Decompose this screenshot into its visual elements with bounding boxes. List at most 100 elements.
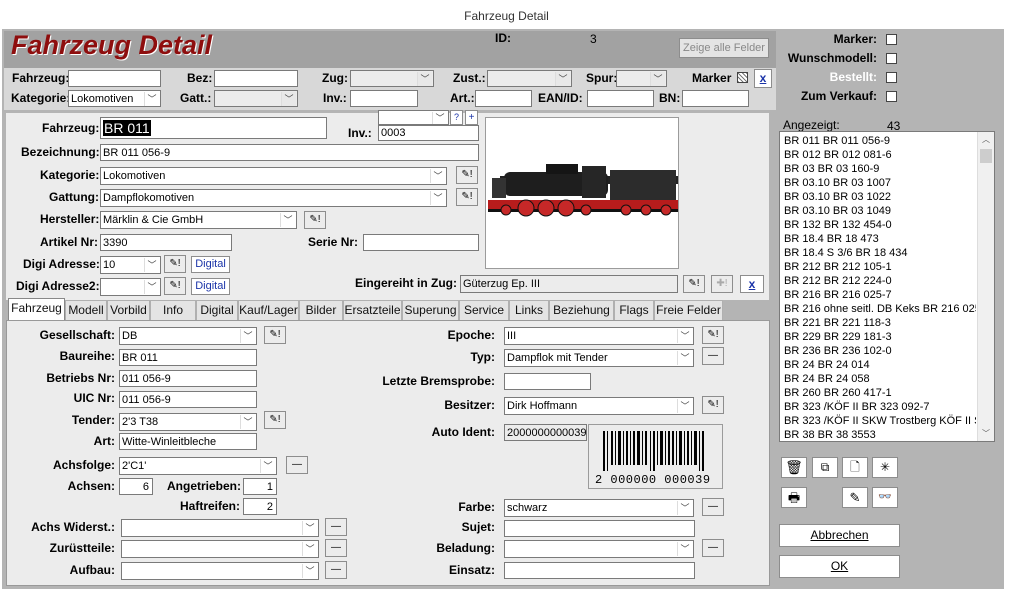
inv-prefix-select[interactable]: ﹀: [378, 110, 449, 125]
achsfolge-options-button[interactable]: —: [286, 456, 308, 474]
gesellschaft-select[interactable]: DB ﹀: [119, 327, 257, 345]
list-item[interactable]: BR 03.10 BR 03 1049: [780, 204, 976, 218]
edit-gesellschaft-button[interactable]: ✎!: [264, 326, 286, 344]
list-item[interactable]: BR 236 BR 236 102-0: [780, 344, 976, 358]
cancel-button[interactable]: Abbrechen: [779, 524, 900, 547]
scroll-down-icon[interactable]: ﹀: [978, 428, 994, 439]
edit-button[interactable]: ✎: [842, 487, 868, 508]
aufbau-select[interactable]: ﹀: [121, 562, 319, 580]
besitzer-select[interactable]: Dirk Hoffmann ﹀: [504, 397, 694, 415]
einsatz-input[interactable]: [504, 562, 695, 579]
delete-button[interactable]: 🗑: [781, 457, 807, 478]
wunschmodell-checkbox[interactable]: [886, 53, 897, 64]
achs-widerst-options-button[interactable]: —: [325, 518, 347, 536]
angetrieben-input[interactable]: 1: [243, 478, 277, 495]
epoche-select[interactable]: III ﹀: [504, 327, 694, 345]
tab-ersatzteile[interactable]: Ersatzteile: [343, 300, 402, 320]
beladung-options-button[interactable]: —: [702, 539, 724, 557]
digital2-button[interactable]: Digital: [191, 278, 230, 295]
achs-widerst-select[interactable]: ﹀: [121, 519, 319, 537]
filter-kategorie-select[interactable]: Lokomotiven ﹀: [68, 90, 161, 107]
filter-fahrzeug-input[interactable]: [68, 70, 161, 87]
clear-zug-button[interactable]: x: [740, 275, 764, 293]
achsfolge-select[interactable]: 2'C1' ﹀: [119, 457, 277, 475]
list-item[interactable]: BR 216 BR 216 025-7: [780, 288, 976, 302]
show-all-fields-button[interactable]: Zeige alle Felder: [679, 38, 769, 58]
farbe-select[interactable]: schwarz ﹀: [504, 499, 694, 517]
baureihe-input[interactable]: BR 011: [119, 349, 257, 366]
tender-select[interactable]: 2'3 T38 ﹀: [119, 413, 257, 431]
tab-flags[interactable]: Flags: [614, 300, 654, 320]
edit-gattung-button[interactable]: ✎!: [456, 188, 478, 206]
aufbau-options-button[interactable]: —: [325, 561, 347, 579]
list-scrollbar[interactable]: ︿ ﹀: [977, 132, 994, 441]
list-item[interactable]: BR 03.10 BR 03 1022: [780, 190, 976, 204]
filter-zug-select[interactable]: ﹀: [350, 70, 434, 87]
edit-epoche-button[interactable]: ✎!: [702, 326, 724, 344]
edit-zug-button[interactable]: ✎!: [683, 275, 705, 293]
list-item[interactable]: BR 323 /KÖF II BR 323 092-7: [780, 400, 976, 414]
list-item[interactable]: BR 011 BR 011 056-9: [780, 134, 976, 148]
list-item[interactable]: BR 212 BR 212 224-0: [780, 274, 976, 288]
list-item[interactable]: BR 216 ohne seitl. DB Keks BR 216 025-7: [780, 302, 976, 316]
scroll-up-icon[interactable]: ︿: [978, 134, 994, 145]
filter-ean-input[interactable]: [587, 90, 654, 107]
scrollbar-thumb[interactable]: [980, 149, 992, 163]
filter-clear-button[interactable]: x: [754, 69, 772, 88]
gattung-select[interactable]: Dampflokomotiven ﹀: [100, 189, 447, 207]
bremsprobe-input[interactable]: [504, 373, 591, 390]
typ-select[interactable]: Dampflok mit Tender ﹀: [504, 349, 694, 367]
digi-select[interactable]: 10 ﹀: [100, 256, 161, 274]
list-item[interactable]: BR 212 BR 212 105-1: [780, 260, 976, 274]
bestellt-checkbox[interactable]: [886, 72, 897, 83]
marker-checkbox[interactable]: [886, 34, 897, 45]
achsen-input[interactable]: 6: [119, 478, 153, 495]
hersteller-select[interactable]: Märklin & Cie GmbH ﹀: [100, 211, 297, 229]
list-item[interactable]: BR 260 BR 260 417-1: [780, 386, 976, 400]
edit-tender-button[interactable]: ✎!: [264, 411, 286, 429]
sujet-input[interactable]: [504, 520, 695, 537]
inv-input[interactable]: 0003: [378, 125, 479, 141]
help-button[interactable]: ?: [450, 110, 463, 125]
add-zug-button[interactable]: ✚!: [711, 275, 733, 293]
beladung-select[interactable]: ﹀: [504, 540, 694, 558]
uic-input[interactable]: 011 056-9: [119, 391, 257, 408]
tab-vorbild[interactable]: Vorbild: [107, 300, 150, 320]
list-item[interactable]: BR 18.4 BR 18 473: [780, 232, 976, 246]
fahrzeug-input[interactable]: BR 011: [100, 117, 327, 139]
filter-art-input[interactable]: [475, 90, 532, 107]
view-button[interactable]: 👓: [872, 487, 898, 508]
serie-input[interactable]: [363, 234, 479, 251]
zuruestteile-select[interactable]: ﹀: [121, 540, 319, 558]
edit-hersteller-button[interactable]: ✎!: [304, 211, 326, 229]
add-button[interactable]: +: [465, 110, 478, 125]
filter-bn-input[interactable]: [682, 90, 749, 107]
edit-besitzer-button[interactable]: ✎!: [702, 396, 724, 414]
edit-kategorie-button[interactable]: ✎!: [456, 166, 478, 184]
filter-bez-input[interactable]: [214, 70, 298, 87]
filter-spur-select[interactable]: ﹀: [616, 70, 667, 87]
list-item[interactable]: BR 38 BR 38 3553: [780, 428, 976, 441]
tab-kauf-lager[interactable]: Kauf/Lager: [238, 300, 299, 320]
list-item[interactable]: BR 012 BR 012 081-6: [780, 148, 976, 162]
tab-freie-felder[interactable]: Freie Felder: [654, 300, 723, 320]
filter-gatt-select[interactable]: ﹀: [214, 90, 298, 107]
tab-beziehung[interactable]: Beziehung: [549, 300, 614, 320]
filter-zust-select[interactable]: ﹀: [487, 70, 572, 87]
edit-digi2-button[interactable]: ✎!: [164, 277, 186, 295]
filter-inv-input[interactable]: [350, 90, 418, 107]
bezeichnung-input[interactable]: BR 011 056-9: [100, 144, 479, 161]
tab-info[interactable]: Info: [150, 300, 196, 320]
tab-fahrzeug[interactable]: Fahrzeug: [8, 298, 65, 320]
eingereiht-input[interactable]: Güterzug Ep. III: [460, 275, 678, 293]
copy-button[interactable]: ⧉: [812, 457, 838, 478]
artikel-input[interactable]: 3390: [100, 234, 232, 251]
list-item[interactable]: BR 18.4 S 3/6 BR 18 434: [780, 246, 976, 260]
list-item[interactable]: BR 132 BR 132 454-0: [780, 218, 976, 232]
tab-superung[interactable]: Superung: [402, 300, 459, 320]
filter-marker-checkbox[interactable]: [737, 72, 748, 83]
haftreifen-input[interactable]: 2: [243, 498, 277, 515]
new-button[interactable]: 🗋: [842, 457, 868, 478]
list-item[interactable]: BR 229 BR 229 181-3: [780, 330, 976, 344]
typ-options-button[interactable]: —: [702, 347, 724, 365]
